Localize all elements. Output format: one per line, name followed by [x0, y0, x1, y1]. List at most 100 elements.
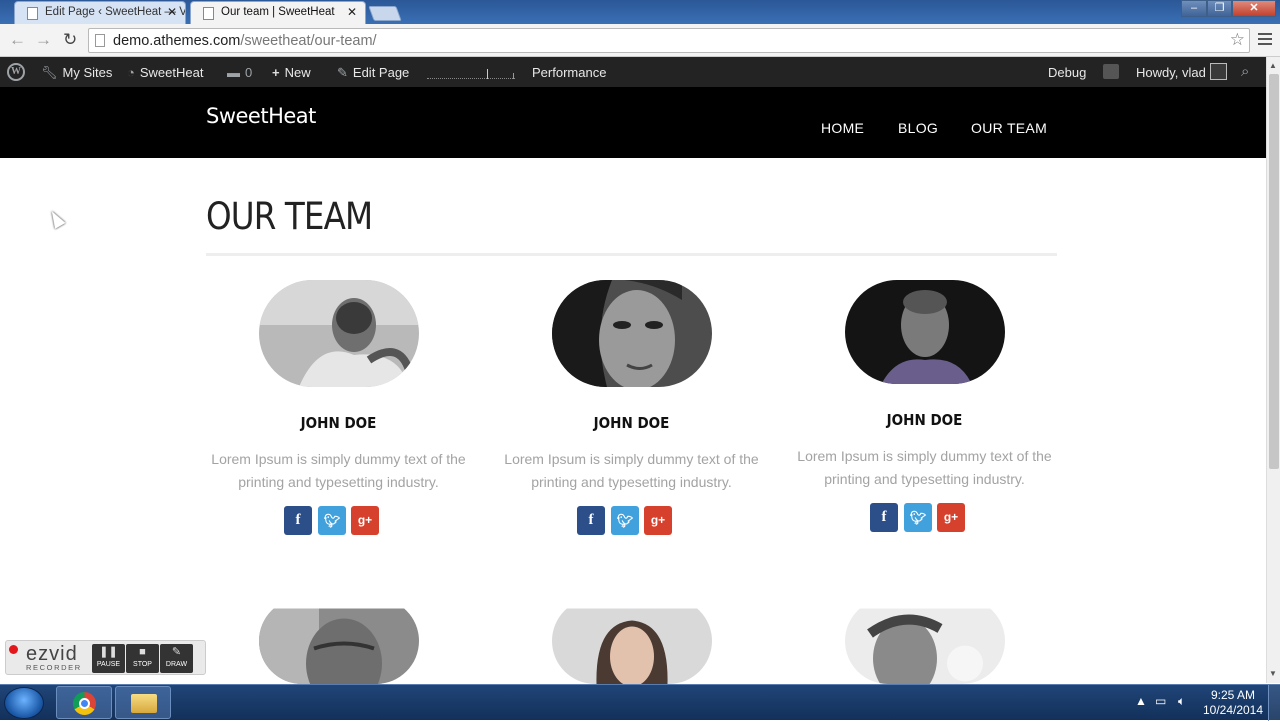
volume-icon[interactable]: 🔈︎	[1178, 694, 1185, 709]
url-text[interactable]: demo.athemes.com/sweetheat/our-team/	[113, 33, 377, 49]
google-plus-icon[interactable]: g+	[351, 506, 379, 535]
site-title[interactable]: SweetHeat	[206, 104, 316, 128]
chrome-menu-icon[interactable]	[1258, 33, 1272, 48]
page-favicon-icon	[27, 7, 38, 20]
ezvid-brand: ezvid	[26, 643, 78, 665]
taskbar-explorer[interactable]	[115, 686, 171, 719]
search-icon[interactable]: ⌕	[1241, 63, 1249, 80]
pause-icon: ❚❚	[99, 646, 118, 658]
admin-debug[interactable]: Debug	[1048, 65, 1086, 80]
window-maximize-button[interactable]: ❐	[1207, 0, 1232, 17]
browser-toolbar: ← → ↻ demo.athemes.com/sweetheat/our-tea…	[0, 24, 1280, 57]
browser-tab-our-team[interactable]: Our team | SweetHeat ✕	[190, 1, 366, 24]
member-photo	[552, 280, 712, 387]
bookmark-star-icon[interactable]: ☆	[1230, 30, 1245, 50]
admin-new[interactable]: + New	[272, 65, 311, 80]
window-minimize-button[interactable]: –	[1181, 0, 1207, 17]
scrollbar-thumb[interactable]	[1269, 74, 1279, 469]
ezvid-recorder: ezvid RECORDER ❚❚ PAUSE ■ STOP ✎ DRAW	[5, 640, 206, 675]
edit-page-label: Edit Page	[352, 65, 410, 80]
my-sites-label: My Sites	[62, 65, 113, 80]
performance-label: Performance	[532, 65, 607, 80]
tab-title: Edit Page ‹ SweetHeat — V	[45, 6, 186, 18]
page-icon	[95, 34, 105, 47]
taskbar-clock[interactable]: 9:25 AM 10/24/2014	[1200, 688, 1266, 718]
window-close-button[interactable]: ✕	[1232, 0, 1276, 17]
chrome-icon	[73, 692, 96, 715]
scroll-up-icon[interactable]: ▲	[1269, 61, 1277, 70]
member-bio: Lorem Ipsum is simply dummy text of the …	[797, 448, 1052, 487]
member-photo	[845, 598, 1005, 684]
pause-label: PAUSE	[96, 661, 121, 668]
member-name: JOHN DOE	[593, 414, 670, 432]
windows-start-button[interactable]	[4, 687, 44, 719]
admin-edit-page[interactable]: ✎ Edit Page	[337, 65, 409, 81]
tab-close-icon[interactable]: ✕	[347, 5, 357, 19]
scroll-down-icon[interactable]: ▼	[1269, 669, 1277, 678]
new-tab-button[interactable]	[368, 6, 402, 21]
admin-site-name[interactable]: ◔ SweetHeat	[127, 65, 203, 80]
tray-expand-icon[interactable]: ▲	[1135, 694, 1147, 708]
title-divider	[206, 253, 1057, 256]
member-social-links: f 🐦︎ g+	[577, 506, 687, 536]
facebook-icon[interactable]: f	[284, 506, 312, 535]
member-social-links: f 🐦︎ g+	[870, 503, 980, 533]
address-bar[interactable]: demo.athemes.com/sweetheat/our-team/ ☆	[88, 28, 1250, 53]
tab-close-icon[interactable]: ✕	[167, 5, 177, 19]
member-bio: Lorem Ipsum is simply dummy text of the …	[504, 451, 759, 490]
pause-button[interactable]: ❚❚ PAUSE	[92, 644, 125, 673]
forward-arrow-icon[interactable]: →	[35, 30, 52, 50]
reload-icon[interactable]: ↻	[63, 30, 77, 50]
stop-button[interactable]: ■ STOP	[126, 644, 159, 673]
twitter-icon[interactable]: 🐦︎	[904, 503, 932, 532]
url-path: /sweetheat/our-team/	[240, 33, 377, 49]
taskbar-chrome[interactable]	[56, 686, 112, 719]
vertical-scrollbar[interactable]: ▲ ▼	[1266, 57, 1280, 683]
admin-howdy[interactable]: Howdy, vlad	[1136, 65, 1206, 80]
nav-our-team[interactable]: OUR TEAM	[971, 120, 1047, 136]
howdy-label: Howdy, vlad	[1136, 65, 1206, 80]
draw-button[interactable]: ✎ DRAW	[160, 644, 193, 673]
facebook-icon[interactable]: f	[870, 503, 898, 532]
wp-admin-bar: W 🔧︎ My Sites ◔ SweetHeat ▬ 0 + New ✎ Edit Pa…	[0, 57, 1266, 87]
admin-my-sites[interactable]: 🔧︎ My Sites	[41, 65, 112, 81]
site-name-label: SweetHeat	[139, 65, 204, 80]
folder-icon	[131, 694, 157, 713]
new-label: New	[284, 65, 311, 80]
windows-taskbar: ▲ ▭ 🔈︎ 9:25 AM 10/24/2014	[0, 684, 1280, 721]
admin-comments[interactable]: ▬ 0	[227, 65, 252, 80]
nav-home[interactable]: HOME	[821, 120, 864, 136]
member-photo	[845, 280, 1005, 384]
member-photo	[259, 280, 419, 387]
twitter-icon[interactable]: 🐦︎	[318, 506, 346, 535]
browser-tab-edit-page[interactable]: Edit Page ‹ SweetHeat — V ✕	[14, 1, 186, 24]
facebook-icon[interactable]: f	[577, 506, 605, 535]
wrench-icon: 🔧︎	[41, 65, 58, 80]
team-member-card: JOHN DOE Lorem Ipsum is simply dummy tex…	[485, 280, 778, 540]
clock-time: 9:25 AM	[1210, 688, 1256, 702]
network-icon[interactable]: ▭	[1155, 694, 1166, 708]
pen-icon: ✎	[171, 646, 182, 658]
team-member-card: JOHN DOE Lorem Ipsum is simply dummy tex…	[778, 280, 1071, 540]
member-name: JOHN DOE	[300, 414, 377, 432]
tab-title: Our team | SweetHeat	[221, 6, 335, 18]
back-arrow-icon[interactable]: ←	[9, 30, 26, 50]
google-plus-icon[interactable]: g+	[937, 503, 965, 532]
show-desktop-button[interactable]	[1268, 685, 1280, 721]
twitter-icon[interactable]: 🐦︎	[611, 506, 639, 535]
url-domain: demo.athemes.com	[113, 33, 241, 49]
google-plus-icon[interactable]: g+	[644, 506, 672, 535]
performance-graph	[427, 69, 515, 79]
page-title: OUR TEAM	[206, 195, 373, 238]
admin-performance[interactable]: Performance	[532, 65, 606, 80]
notification-icon[interactable]	[1103, 64, 1119, 79]
wordpress-logo-icon[interactable]: W	[7, 63, 25, 81]
debug-label: Debug	[1048, 65, 1087, 80]
user-avatar[interactable]	[1210, 63, 1227, 80]
plus-icon: +	[272, 65, 280, 80]
nav-blog[interactable]: BLOG	[898, 120, 938, 136]
stop-label: STOP	[133, 661, 152, 668]
pencil-icon: ✎	[337, 65, 348, 80]
dashboard-icon: ◔	[127, 65, 135, 80]
comments-count: 0	[245, 65, 253, 80]
